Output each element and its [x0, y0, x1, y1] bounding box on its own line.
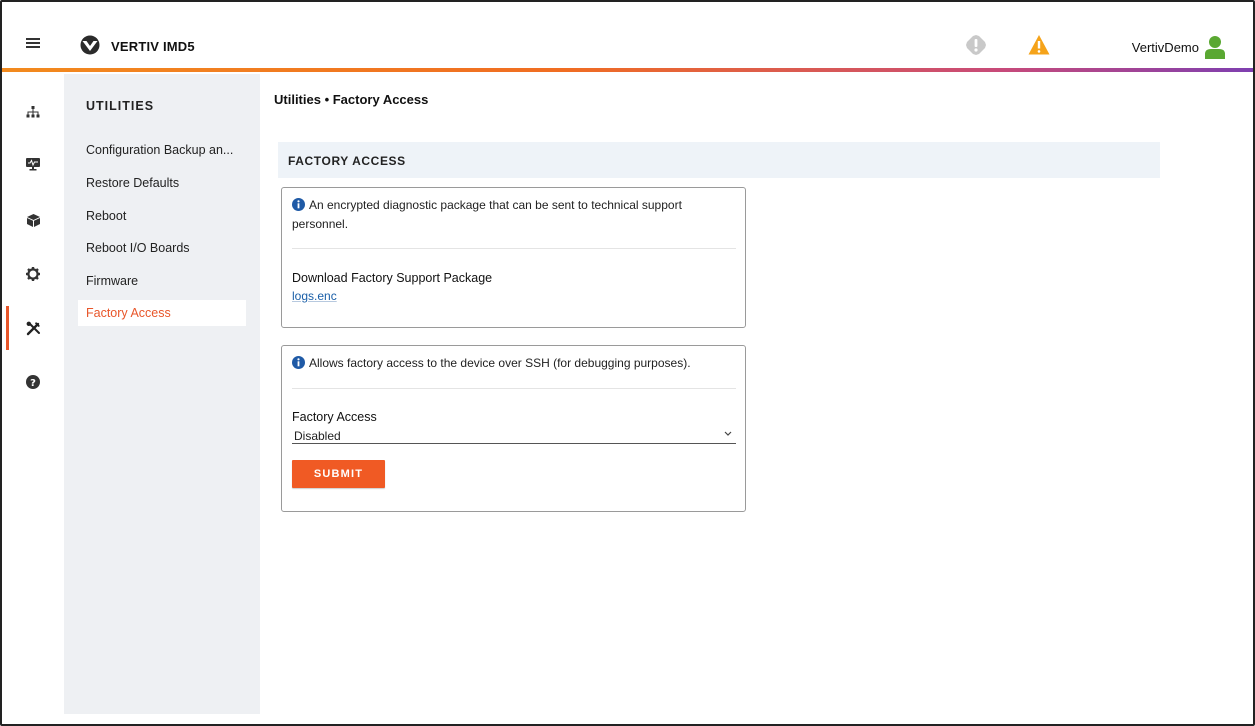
support-package-card: An encrypted diagnostic package that can…	[281, 187, 746, 328]
settings-gear-icon	[26, 267, 40, 281]
alarm-status-icon[interactable]	[965, 34, 987, 56]
rail-item-monitor[interactable]	[2, 142, 64, 186]
menu-icon[interactable]	[26, 38, 40, 48]
subnav-item-factory-access[interactable]: Factory Access	[78, 300, 246, 326]
utilities-tools-icon	[26, 321, 40, 335]
app-window: VERTIV IMD5 VertivDemo ? UTILITIES Confi…	[0, 0, 1255, 726]
utilities-subnav: UTILITIES Configuration Backup an... Res…	[64, 74, 260, 714]
subnav-title: UTILITIES	[86, 99, 155, 113]
subnav-item-reboot[interactable]: Reboot	[78, 203, 246, 229]
section-header: FACTORY ACCESS	[278, 142, 1160, 178]
warning-icon[interactable]	[1028, 34, 1050, 56]
user-menu[interactable]: VertivDemo	[1132, 35, 1225, 59]
user-icon	[1205, 36, 1225, 59]
brand-title: VERTIV IMD5	[111, 39, 195, 54]
section-title: FACTORY ACCESS	[288, 154, 406, 168]
subnav-item-restore-defaults[interactable]: Restore Defaults	[78, 170, 246, 196]
header-accent-bar	[2, 68, 1253, 72]
svg-text:?: ?	[30, 378, 36, 389]
vertiv-logo	[80, 35, 100, 55]
access-info: Allows factory access to the device over…	[292, 354, 736, 373]
top-header: VERTIV IMD5 VertivDemo	[2, 2, 1253, 72]
rail-item-settings[interactable]	[2, 252, 64, 296]
factory-access-card: Allows factory access to the device over…	[281, 345, 746, 512]
factory-access-select[interactable]: Disabled	[292, 428, 736, 444]
subnav-item-firmware[interactable]: Firmware	[78, 268, 246, 294]
username: VertivDemo	[1131, 39, 1199, 55]
support-info: An encrypted diagnostic package that can…	[292, 196, 736, 234]
help-icon: ?	[26, 375, 40, 389]
rail-item-utilities[interactable]	[2, 306, 64, 350]
info-icon	[292, 356, 305, 369]
divider	[292, 388, 736, 389]
subnav-item-reboot-io-boards[interactable]: Reboot I/O Boards	[78, 235, 246, 261]
select-value: Disabled	[294, 429, 341, 443]
subnav-item-configuration-backup[interactable]: Configuration Backup an...	[78, 137, 246, 163]
rail-item-help[interactable]: ?	[2, 360, 64, 404]
rail-item-devices[interactable]	[2, 198, 64, 242]
rail-item-topology[interactable]	[2, 90, 64, 134]
support-info-text: An encrypted diagnostic package that can…	[292, 198, 682, 231]
breadcrumb: Utilities • Factory Access	[274, 92, 429, 107]
logs-download-link[interactable]: logs.enc	[292, 289, 337, 303]
submit-button[interactable]: SUBMIT	[292, 460, 385, 488]
device-box-icon	[26, 213, 40, 227]
info-icon	[292, 198, 305, 211]
monitor-icon	[26, 157, 40, 170]
access-info-text: Allows factory access to the device over…	[309, 356, 691, 370]
divider	[292, 248, 736, 249]
icon-rail: ?	[2, 72, 64, 724]
topology-icon	[26, 106, 40, 118]
factory-access-label: Factory Access	[292, 410, 377, 424]
download-label: Download Factory Support Package	[292, 271, 493, 285]
chevron-down-icon	[724, 431, 732, 436]
